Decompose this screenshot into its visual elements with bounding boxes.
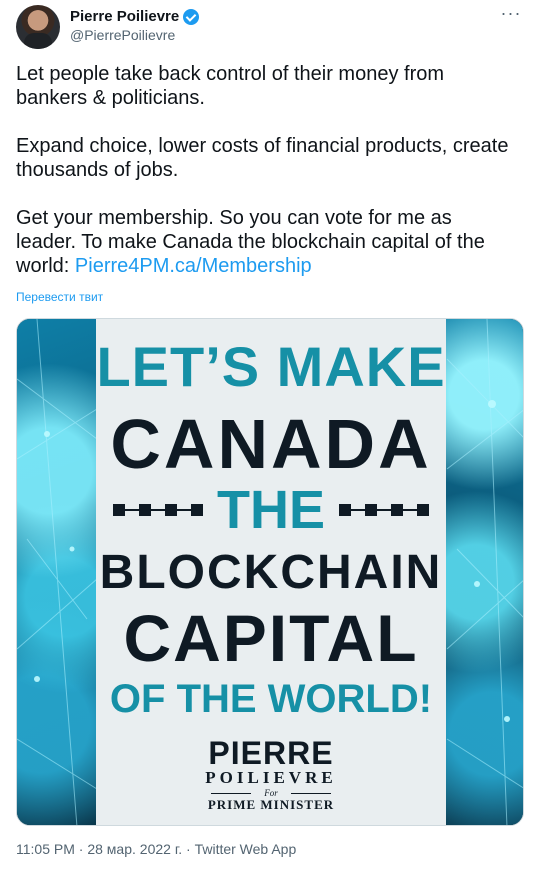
image-headline-line3: THE (217, 480, 325, 540)
campaign-logo-last-name: POILIEVRE (205, 768, 337, 787)
author-handle[interactable]: @PierrePoilievre (70, 27, 175, 44)
tweet-source-app[interactable]: Twitter Web App (195, 841, 297, 857)
campaign-logo-first-name: PIERRE (208, 735, 334, 771)
tweet-paragraph: Get your membership. So you can vote for… (16, 206, 516, 278)
translate-tweet-link[interactable]: Перевести твит (16, 290, 103, 304)
more-options-icon[interactable]: ··· (499, 4, 523, 26)
tweet-text: Let people take back control of their mo… (16, 62, 516, 278)
blockchain-background-left (17, 319, 97, 825)
tweet-paragraph: Let people take back control of their mo… (16, 63, 445, 109)
tweet-paragraph: Expand choice, lower costs of financial … (16, 135, 509, 181)
tweet-time[interactable]: 11:05 PM (16, 841, 75, 857)
avatar[interactable] (16, 5, 60, 49)
image-headline-line1: LET’S MAKE (96, 335, 446, 398)
tweet-metadata: 11:05 PM · 28 мар. 2022 г. · Twitter Web… (16, 841, 296, 858)
tweet-image[interactable]: LET’S MAKE CANADA THE BLOCKCHAIN CAPITAL… (16, 318, 524, 826)
image-headline-line3-row: THE (96, 482, 446, 538)
tweet-date[interactable]: 28 мар. 2022 г. (87, 841, 182, 857)
blockchain-background-right (445, 319, 523, 825)
campaign-logo-office: PRIME MINISTER (207, 797, 335, 812)
image-headline-line2: CANADA (110, 405, 432, 483)
membership-link[interactable]: Pierre4PM.ca/Membership (75, 255, 312, 277)
verified-badge-icon (183, 9, 200, 25)
image-headline-line5: CAPITAL (123, 601, 419, 675)
chain-decoration-left (113, 504, 203, 516)
meta-separator: · (78, 841, 84, 857)
image-headline-line6: OF THE WORLD! (109, 677, 433, 721)
campaign-logo-rule-right (291, 793, 331, 794)
image-text-panel: LET’S MAKE CANADA THE BLOCKCHAIN CAPITAL… (96, 319, 446, 825)
image-headline-line4: BLOCKCHAIN (99, 546, 443, 599)
author-name-row[interactable]: Pierre Poilievre (70, 8, 200, 26)
meta-separator: · (186, 841, 191, 857)
chain-decoration-right (339, 504, 429, 516)
author-display-name[interactable]: Pierre Poilievre (70, 8, 179, 26)
